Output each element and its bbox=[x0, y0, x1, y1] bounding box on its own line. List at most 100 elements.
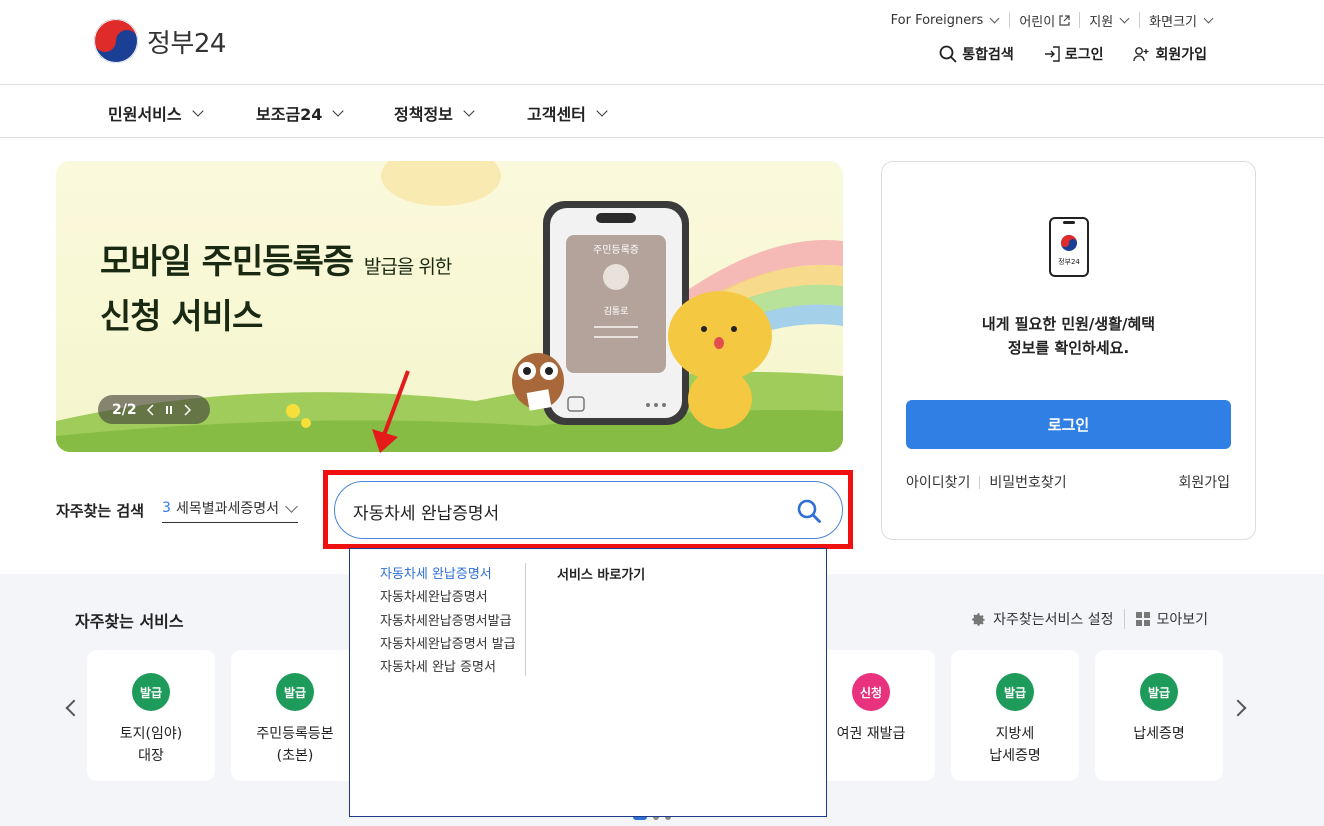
frequent-services-tools: 자주찾는서비스 설정 모아보기 bbox=[959, 609, 1219, 629]
frequent-services-title: 자주찾는 서비스 bbox=[75, 612, 184, 631]
search-autocomplete: 자동차세 완납증명서 자동차세완납증명서 자동차세완납증명서발급 자동차세완납증… bbox=[349, 548, 827, 817]
banner-title-line2: 신청 서비스 bbox=[100, 297, 263, 337]
main-banner[interactable]: 주민등록증 김통로 모바일 주민등록증 발급을 위한 신청 서비스 2/2 bbox=[56, 161, 843, 452]
nav-label: 보조금24 bbox=[256, 105, 323, 124]
services-settings-button[interactable]: 자주찾는서비스 설정 bbox=[959, 609, 1126, 629]
find-id-link[interactable]: 아이디찾기 bbox=[906, 472, 970, 492]
divider bbox=[525, 563, 526, 676]
nav-label: 고객센터 bbox=[527, 105, 586, 124]
suggestion-item[interactable]: 자동차세완납증명서 bbox=[380, 586, 516, 609]
chevron-down-icon bbox=[596, 105, 608, 117]
signup-link[interactable]: 회원가입 bbox=[1133, 44, 1207, 64]
for-foreigners-label: For Foreigners bbox=[890, 12, 984, 28]
chevron-down-icon bbox=[1203, 13, 1214, 23]
frequent-search: 자주찾는 검색 3 세목별과세증명서 bbox=[56, 498, 298, 523]
chevron-down-icon bbox=[989, 13, 1000, 23]
integrated-search-button[interactable]: 통합검색 bbox=[939, 44, 1014, 64]
chevron-down-icon bbox=[1119, 13, 1130, 23]
gear-icon bbox=[972, 612, 985, 626]
chevron-down-icon bbox=[285, 499, 298, 513]
screen-size-menu[interactable]: 화면크기 bbox=[1140, 12, 1214, 30]
frequent-search-label: 자주찾는 검색 bbox=[56, 502, 145, 520]
suggestion-item[interactable]: 자동차세완납증명서발급 bbox=[380, 610, 516, 633]
card-title: 주민등록증 bbox=[593, 244, 639, 256]
login-message: 내게 필요한 민원/생활/혜택 정보를 확인하세요. bbox=[882, 312, 1255, 360]
login-icon bbox=[1044, 46, 1060, 62]
service-name: 주민등록등본 (초본) bbox=[256, 726, 334, 764]
card-name: 김통로 bbox=[604, 305, 629, 317]
chevron-down-icon bbox=[463, 105, 475, 117]
keyword-rank: 3 bbox=[162, 500, 171, 516]
search-input[interactable] bbox=[353, 497, 773, 525]
suggestion-list: 자동차세 완납증명서 자동차세완납증명서 자동차세완납증명서발급 자동차세완납증… bbox=[380, 563, 516, 679]
search-icon bbox=[939, 45, 957, 63]
logo-text: 정부24 bbox=[147, 28, 226, 59]
badge-issue: 발급 bbox=[996, 673, 1034, 711]
service-card[interactable]: 발급 지방세 납세증명 bbox=[951, 650, 1079, 781]
nav-customer-center[interactable]: 고객센터 bbox=[527, 101, 608, 125]
for-foreigners-menu[interactable]: For Foreigners bbox=[882, 12, 1011, 28]
service-card[interactable]: 발급 납세증명 bbox=[1095, 650, 1223, 781]
login-link[interactable]: 로그인 bbox=[1044, 44, 1104, 64]
suggestion-item[interactable]: 자동차세 완납 증명서 bbox=[380, 656, 516, 679]
service-name: 납세증명 bbox=[1133, 726, 1185, 742]
suggestion-item[interactable]: 자동차세 완납증명서 bbox=[380, 563, 516, 586]
banner-pager: 2/2 bbox=[98, 395, 210, 424]
nav-subsidy24[interactable]: 보조금24 bbox=[256, 101, 345, 125]
banner-title-line1: 모바일 주민등록증 bbox=[100, 242, 354, 282]
banner-title: 모바일 주민등록증 발급을 위한 신청 서비스 bbox=[100, 237, 452, 342]
login-button[interactable]: 로그인 bbox=[906, 400, 1231, 449]
pause-icon[interactable] bbox=[165, 405, 173, 415]
grid-icon bbox=[1136, 612, 1151, 626]
taegeuk-logo-icon bbox=[94, 19, 138, 63]
service-shortcut-title: 서비스 바로가기 bbox=[557, 568, 646, 583]
support-label: 지원 bbox=[1089, 14, 1114, 30]
support-menu[interactable]: 지원 bbox=[1080, 12, 1141, 30]
badge-issue: 발급 bbox=[132, 673, 170, 711]
frequent-search-keyword[interactable]: 3 세목별과세증명서 bbox=[162, 498, 298, 523]
external-link-icon bbox=[1059, 14, 1070, 26]
login-message-line2: 정보를 확인하세요. bbox=[1007, 339, 1130, 357]
keyword-text: 세목별과세증명서 bbox=[175, 501, 279, 517]
suggestion-item[interactable]: 자동차세완납증명서 발급 bbox=[380, 633, 516, 656]
integrated-search-label: 통합검색 bbox=[962, 47, 1014, 63]
user-add-icon bbox=[1133, 47, 1149, 62]
kids-label: 어린이 bbox=[1019, 14, 1056, 30]
service-name: 지방세 납세증명 bbox=[989, 726, 1041, 764]
signup-label: 회원가입 bbox=[1155, 47, 1207, 63]
app-label: 정부24 bbox=[1058, 257, 1080, 266]
badge-issue: 발급 bbox=[1140, 673, 1178, 711]
login-label: 로그인 bbox=[1064, 47, 1104, 63]
next-icon[interactable] bbox=[183, 403, 191, 416]
account-links: 아이디찾기 비밀번호찾기 bbox=[906, 472, 1067, 492]
header-actions: 통합검색 로그인 회원가입 bbox=[939, 44, 1207, 64]
annotation-arrow bbox=[372, 370, 410, 453]
utility-menu: For Foreigners 어린이 지원 화면크기 bbox=[882, 12, 1214, 30]
login-message-line1: 내게 필요한 민원/생활/혜택 bbox=[981, 315, 1156, 333]
chevron-down-icon bbox=[332, 105, 345, 117]
search-icon[interactable] bbox=[796, 498, 822, 524]
prev-icon[interactable] bbox=[146, 403, 155, 416]
screen-size-label: 화면크기 bbox=[1149, 14, 1197, 30]
badge-apply: 신청 bbox=[852, 673, 890, 711]
find-password-link[interactable]: 비밀번호찾기 bbox=[989, 472, 1066, 492]
login-panel: 정부24 내게 필요한 민원/생활/혜택 정보를 확인하세요. 로그인 아이디찾… bbox=[881, 161, 1256, 540]
service-card[interactable]: 발급 주민등록등본 (초본) bbox=[231, 650, 359, 781]
badge-issue: 발급 bbox=[276, 673, 314, 711]
kids-link[interactable]: 어린이 bbox=[1010, 12, 1081, 30]
view-all-button[interactable]: 모아보기 bbox=[1125, 609, 1219, 629]
settings-label: 자주찾는서비스 설정 bbox=[993, 612, 1114, 628]
nav-civil-service[interactable]: 민원서비스 bbox=[108, 101, 204, 125]
banner-title-suffix: 발급을 위한 bbox=[363, 256, 452, 278]
chevron-down-icon bbox=[191, 105, 204, 117]
nav-policy-info[interactable]: 정책정보 bbox=[394, 101, 475, 125]
top-header: 정부24 For Foreigners 어린이 지원 화면크기 통합검색 로그인 bbox=[0, 0, 1324, 85]
service-card[interactable]: 발급 토지(임야) 대장 bbox=[87, 650, 215, 781]
nav-label: 민원서비스 bbox=[108, 105, 182, 124]
main-nav: 민원서비스 보조금24 정책정보 고객센터 bbox=[0, 85, 1324, 138]
nav-label: 정책정보 bbox=[394, 105, 453, 124]
main-search-bar bbox=[334, 481, 843, 539]
join-link[interactable]: 회원가입 bbox=[1178, 472, 1230, 492]
mobile-app-icon: 정부24 bbox=[1049, 217, 1089, 277]
site-logo[interactable]: 정부24 bbox=[94, 19, 226, 63]
